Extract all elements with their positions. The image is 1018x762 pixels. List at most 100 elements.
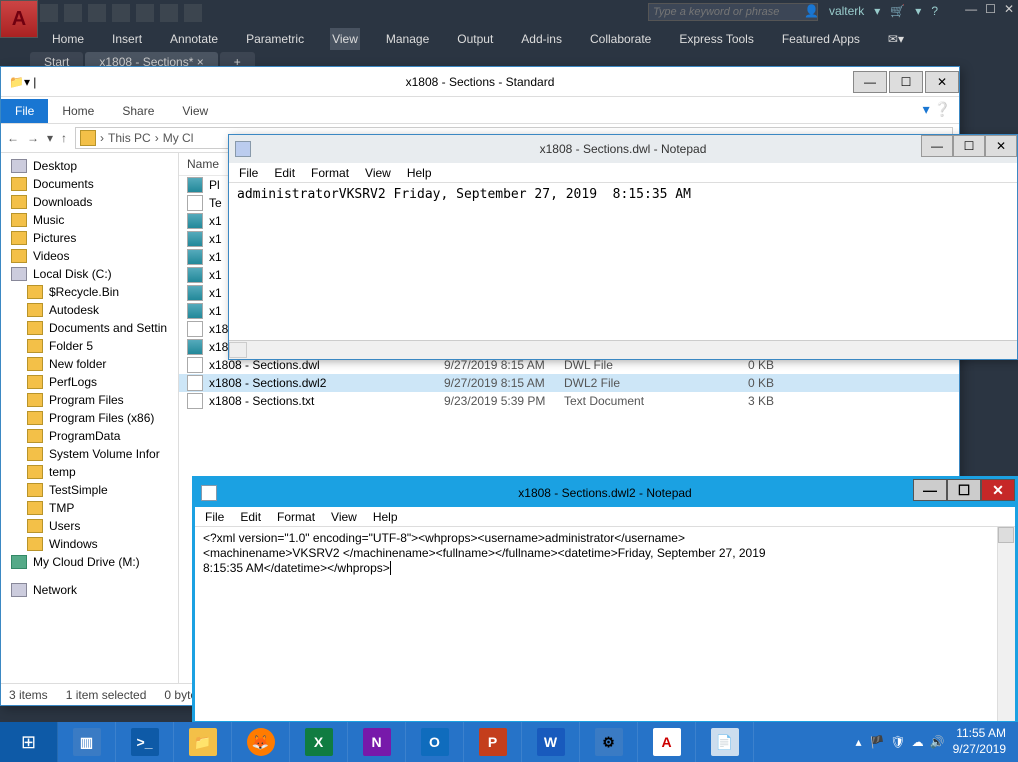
explorer-titlebar[interactable]: 📁▾ | x1808 - Sections - Standard — ☐ ✕ <box>1 67 959 97</box>
bc-this-pc[interactable]: This PC <box>108 131 151 145</box>
np1-menu-view[interactable]: View <box>365 166 391 180</box>
nav-up-icon[interactable]: ↑ <box>61 131 67 145</box>
cart-icon[interactable]: 🛒 <box>890 4 905 18</box>
nav-tree[interactable]: Desktop Documents Downloads Music Pictur… <box>1 153 179 683</box>
tree-network[interactable]: Network <box>1 581 178 599</box>
tree-downloads[interactable]: Downloads <box>1 193 178 211</box>
help-icon[interactable]: ? <box>931 4 938 18</box>
apps-icon[interactable]: ▾ <box>915 4 921 18</box>
np2-maximize-button[interactable]: ☐ <box>947 479 981 501</box>
np1-menu-edit[interactable]: Edit <box>274 166 295 180</box>
close-button[interactable]: ✕ <box>1004 2 1014 16</box>
start-button[interactable]: ⊞ <box>0 722 58 762</box>
ribbon-view[interactable]: View <box>330 28 360 50</box>
tree-folder[interactable]: Documents and Settin <box>1 319 178 337</box>
tree-folder[interactable]: Windows <box>1 535 178 553</box>
ribbon-annotate[interactable]: Annotate <box>168 28 220 50</box>
qat-redo-icon[interactable] <box>184 4 202 22</box>
np2-vscrollbar[interactable] <box>997 527 1015 721</box>
user-name[interactable]: valterk <box>829 4 864 18</box>
notepad1-content[interactable]: administratorVKSRV2 Friday, September 27… <box>229 183 1017 341</box>
tree-folder[interactable]: Users <box>1 517 178 535</box>
search-input[interactable] <box>648 3 818 21</box>
tree-folder[interactable]: Program Files <box>1 391 178 409</box>
tb-onenote[interactable]: N <box>348 722 406 762</box>
np2-menu-view[interactable]: View <box>331 510 357 524</box>
explorer-tab-file[interactable]: File <box>1 99 48 123</box>
np1-menu-file[interactable]: File <box>239 166 258 180</box>
explorer-maximize-button[interactable]: ☐ <box>889 71 923 93</box>
tray-sound-icon[interactable]: 🔊 <box>930 735 945 749</box>
tb-outlook[interactable]: O <box>406 722 464 762</box>
explorer-minimize-button[interactable]: — <box>853 71 887 93</box>
tree-cloud-drive[interactable]: My Cloud Drive (M:) <box>1 553 178 571</box>
minimize-button[interactable]: — <box>965 2 977 16</box>
tree-folder[interactable]: Autodesk <box>1 301 178 319</box>
tree-documents[interactable]: Documents <box>1 175 178 193</box>
bc-folder[interactable]: My Cl <box>163 131 194 145</box>
tb-explorer[interactable]: 📁 <box>174 722 232 762</box>
nav-back-icon[interactable]: ← <box>7 131 19 145</box>
tree-folder[interactable]: System Volume Infor <box>1 445 178 463</box>
signin-icon[interactable]: 👤 <box>804 4 819 18</box>
scroll-up-icon[interactable] <box>998 527 1014 543</box>
notepad1-titlebar[interactable]: x1808 - Sections.dwl - Notepad — ☐ ✕ <box>229 135 1017 163</box>
np2-menu-file[interactable]: File <box>205 510 224 524</box>
ribbon-express[interactable]: Express Tools <box>677 28 755 50</box>
tree-pictures[interactable]: Pictures <box>1 229 178 247</box>
tree-folder[interactable]: Folder 5 <box>1 337 178 355</box>
explorer-help-icon[interactable]: ▾ ❔ <box>923 101 951 118</box>
tree-folder[interactable]: Program Files (x86) <box>1 409 178 427</box>
tree-desktop[interactable]: Desktop <box>1 157 178 175</box>
tb-notepad[interactable]: 📄 <box>696 722 754 762</box>
np2-close-button[interactable]: ✕ <box>981 479 1015 501</box>
explorer-tab-home[interactable]: Home <box>48 99 108 123</box>
ribbon-collaborate[interactable]: Collaborate <box>588 28 653 50</box>
np1-close-button[interactable]: ✕ <box>985 135 1017 157</box>
tb-word[interactable]: W <box>522 722 580 762</box>
tree-folder[interactable]: New folder <box>1 355 178 373</box>
tree-folder[interactable]: TestSimple <box>1 481 178 499</box>
tray-cloud-icon[interactable]: ☁ <box>912 735 924 749</box>
np2-menu-format[interactable]: Format <box>277 510 315 524</box>
explorer-tab-share[interactable]: Share <box>108 99 168 123</box>
tree-music[interactable]: Music <box>1 211 178 229</box>
explorer-tab-view[interactable]: View <box>168 99 222 123</box>
tb-app[interactable]: ⚙ <box>580 722 638 762</box>
ribbon-addins[interactable]: Add-ins <box>519 28 564 50</box>
tree-videos[interactable]: Videos <box>1 247 178 265</box>
tray-expand-icon[interactable]: ▴ <box>855 735 861 749</box>
qat-saveas-icon[interactable] <box>112 4 130 22</box>
tree-folder[interactable]: temp <box>1 463 178 481</box>
np1-menu-format[interactable]: Format <box>311 166 349 180</box>
np2-minimize-button[interactable]: — <box>913 479 947 501</box>
ribbon-insert[interactable]: Insert <box>110 28 144 50</box>
qat-undo-icon[interactable] <box>160 4 178 22</box>
qat-open-icon[interactable] <box>64 4 82 22</box>
file-row[interactable]: x1808 - Sections.txt9/23/2019 5:39 PMTex… <box>179 392 959 410</box>
ribbon-output[interactable]: Output <box>455 28 495 50</box>
scroll-left-icon[interactable] <box>229 342 247 358</box>
tb-powerpoint[interactable]: P <box>464 722 522 762</box>
ribbon-manage[interactable]: Manage <box>384 28 431 50</box>
np1-maximize-button[interactable]: ☐ <box>953 135 985 157</box>
tree-folder[interactable]: TMP <box>1 499 178 517</box>
tb-powershell[interactable]: >_ <box>116 722 174 762</box>
tray-shield-icon[interactable]: 🛡 <box>890 735 905 749</box>
tray-flag-icon[interactable]: 🏴 <box>869 735 884 749</box>
qat-save-icon[interactable] <box>88 4 106 22</box>
tree-folder[interactable]: PerfLogs <box>1 373 178 391</box>
exchange-icon[interactable]: ▾ <box>874 4 880 18</box>
tb-autocad[interactable]: A <box>638 722 696 762</box>
tb-server-manager[interactable]: ▥ <box>58 722 116 762</box>
notepad2-titlebar[interactable]: x1808 - Sections.dwl2 - Notepad — ☐ ✕ <box>195 479 1015 507</box>
tree-folder[interactable]: ProgramData <box>1 427 178 445</box>
tree-local-disk[interactable]: Local Disk (C:) <box>1 265 178 283</box>
tree-folder[interactable]: $Recycle.Bin <box>1 283 178 301</box>
tb-firefox[interactable]: 🦊 <box>232 722 290 762</box>
nav-fwd-icon[interactable]: → <box>27 131 39 145</box>
explorer-close-button[interactable]: ✕ <box>925 71 959 93</box>
nav-recent-icon[interactable]: ▾ <box>47 131 53 145</box>
qat-new-icon[interactable] <box>40 4 58 22</box>
qat-plot-icon[interactable] <box>136 4 154 22</box>
